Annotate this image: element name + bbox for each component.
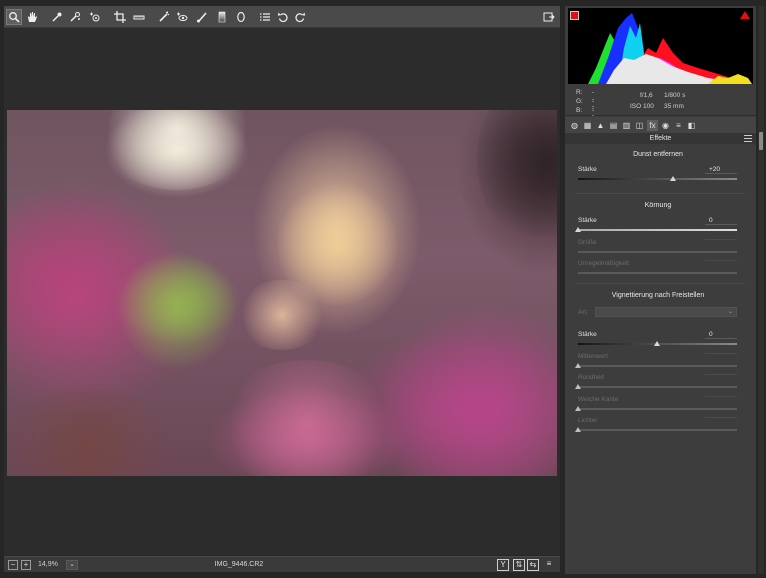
rgb-readout-r: R: --- xyxy=(576,89,595,110)
divider xyxy=(575,193,745,194)
brush-icon[interactable] xyxy=(194,9,210,25)
vignette-highlights-field[interactable] xyxy=(705,417,737,418)
tab-split-toning-icon[interactable]: ▥ xyxy=(621,120,632,131)
vignette-title: Vignettierung nach Freistellen xyxy=(611,292,705,299)
grain-size-field[interactable] xyxy=(705,239,737,240)
tab-detail-icon[interactable]: ▲ xyxy=(595,120,606,131)
color-sampler-icon[interactable] xyxy=(67,9,83,25)
focal-length-value: 35 mm xyxy=(664,103,684,110)
grain-amount-slider[interactable] xyxy=(578,229,737,231)
shutter-value: 1/800 s xyxy=(664,92,686,99)
adjustments-panel: R:--- G:--- B:--- f/1,6 1/800 s ISO 100 … xyxy=(565,6,756,574)
fullscreen-icon[interactable] xyxy=(541,9,557,25)
list-icon[interactable] xyxy=(257,9,273,25)
camera-raw-window: − + 14,9% ⌄ IMG_9446.CR2 Y ⇅ ⇆ ≡ R:--- xyxy=(0,0,766,578)
tab-effects-icon[interactable]: fx xyxy=(647,119,658,131)
vignette-highlights-slider[interactable] xyxy=(578,429,737,431)
vignette-roundness-field[interactable] xyxy=(705,374,737,375)
radial-filter-icon[interactable] xyxy=(233,9,249,25)
rgb-readout-b: B:--- xyxy=(576,107,595,128)
chevron-down-icon: ⌄ xyxy=(727,309,733,315)
vignette-roundness-slider[interactable] xyxy=(578,386,737,388)
rotate-ccw-icon[interactable] xyxy=(275,9,291,25)
grain-amount-label: Stärke xyxy=(578,217,597,224)
vignette-feather-slider[interactable] xyxy=(578,408,737,410)
tab-lens-corrections-icon[interactable]: ◫ xyxy=(634,120,645,131)
dehaze-title: Dunst entfernen xyxy=(633,151,683,158)
vignette-amount-slider-thumb[interactable] xyxy=(654,341,660,346)
panel-menu-icon[interactable] xyxy=(744,135,752,142)
tab-tone-curve-icon[interactable]: ▦ xyxy=(582,120,593,131)
tab-camera-calibration-icon[interactable]: ◉ xyxy=(660,120,671,131)
vignette-feather-field[interactable] xyxy=(705,396,737,397)
status-bar: − + 14,9% ⌄ IMG_9446.CR2 Y ⇅ ⇆ ≡ xyxy=(4,556,560,572)
red-eye-icon[interactable] xyxy=(174,9,190,25)
rgb-readout-g: G: --- xyxy=(576,98,595,119)
panel-title: Effekte xyxy=(565,133,756,144)
vignette-roundness-slider-thumb[interactable] xyxy=(575,384,581,389)
hand-icon[interactable] xyxy=(24,9,40,25)
image-canvas[interactable] xyxy=(4,28,560,555)
toolbar xyxy=(4,6,560,28)
file-name: IMG_9446.CR2 xyxy=(214,561,264,568)
vignette-style-select[interactable]: ⌄ xyxy=(595,307,737,317)
panel-tabs: ◍ ▦ ▲ ▤ ▥ ◫ fx ◉ ≡ ◧ xyxy=(565,117,756,133)
dehaze-amount-field[interactable]: +20 xyxy=(705,166,737,174)
vignette-roundness-label: Rundheit xyxy=(578,374,605,381)
graduated-filter-icon[interactable] xyxy=(214,9,230,25)
grain-roughness-label: Unregelmäßigkeit xyxy=(578,260,629,267)
vignette-feather-slider-thumb[interactable] xyxy=(575,406,581,411)
histogram-graph xyxy=(588,13,752,84)
vignette-midpoint-field[interactable] xyxy=(705,353,737,354)
vignette-feather-label: Weiche Kante xyxy=(578,396,619,403)
eyedropper-icon[interactable] xyxy=(49,9,65,25)
crop-icon[interactable] xyxy=(112,9,128,25)
rotate-cw-icon[interactable] xyxy=(292,9,308,25)
magnifier-icon[interactable] xyxy=(6,9,22,25)
effects-settings: Dunst entfernen Stärke +20 Körnung Stärk… xyxy=(565,146,756,574)
tab-snapshots-icon[interactable]: ◧ xyxy=(686,120,697,131)
dehaze-amount-slider[interactable] xyxy=(578,178,737,180)
grain-size-label: Größe xyxy=(578,239,597,246)
vignette-amount-label: Stärke xyxy=(578,331,597,338)
preview-preferences-button[interactable]: ≡ xyxy=(543,559,555,571)
tab-basic-icon[interactable]: ◍ xyxy=(569,120,580,131)
vignette-midpoint-slider[interactable] xyxy=(578,365,737,367)
panel-scrollbar[interactable] xyxy=(758,6,764,574)
vignette-highlights-slider-thumb[interactable] xyxy=(575,427,581,432)
histogram xyxy=(568,8,753,84)
copy-settings-button[interactable]: ⇆ xyxy=(527,559,539,571)
grain-title: Körnung xyxy=(644,202,672,209)
vignette-highlights-label: Lichter xyxy=(578,417,598,424)
grain-amount-slider-thumb[interactable] xyxy=(575,227,581,232)
vignette-amount-field[interactable]: 0 xyxy=(705,331,737,339)
divider xyxy=(575,283,745,284)
grain-roughness-field[interactable] xyxy=(705,260,737,261)
grain-amount-field[interactable]: 0 xyxy=(705,217,737,225)
tab-hsl-icon[interactable]: ▤ xyxy=(608,120,619,131)
grain-roughness-slider[interactable] xyxy=(578,272,737,274)
tab-presets-icon[interactable]: ≡ xyxy=(673,120,684,131)
target-adjust-icon[interactable] xyxy=(87,9,103,25)
swap-settings-button[interactable]: ⇅ xyxy=(513,559,525,571)
straighten-icon[interactable] xyxy=(131,9,147,25)
dehaze-amount-label: Stärke xyxy=(578,166,597,173)
iso-value: ISO 100 xyxy=(630,103,654,110)
spot-removal-icon[interactable] xyxy=(156,9,172,25)
before-after-toggle-button[interactable]: Y xyxy=(497,559,509,571)
highlight-clipping-warning-icon[interactable] xyxy=(740,11,750,19)
vignette-style-label: Art: xyxy=(578,309,589,316)
vignette-midpoint-slider-thumb[interactable] xyxy=(575,363,581,368)
grain-size-slider[interactable] xyxy=(578,251,737,253)
dehaze-amount-slider-thumb[interactable] xyxy=(670,176,677,181)
aperture-value: f/1,6 xyxy=(640,92,653,99)
shadow-clipping-warning-icon[interactable] xyxy=(570,11,579,20)
camera-info: R:--- G:--- B:--- f/1,6 1/800 s ISO 100 … xyxy=(565,86,756,128)
vignette-midpoint-label: Mittenwert xyxy=(578,353,608,360)
panel-scrollbar-thumb[interactable] xyxy=(759,132,763,150)
photo-preview[interactable] xyxy=(7,110,557,476)
